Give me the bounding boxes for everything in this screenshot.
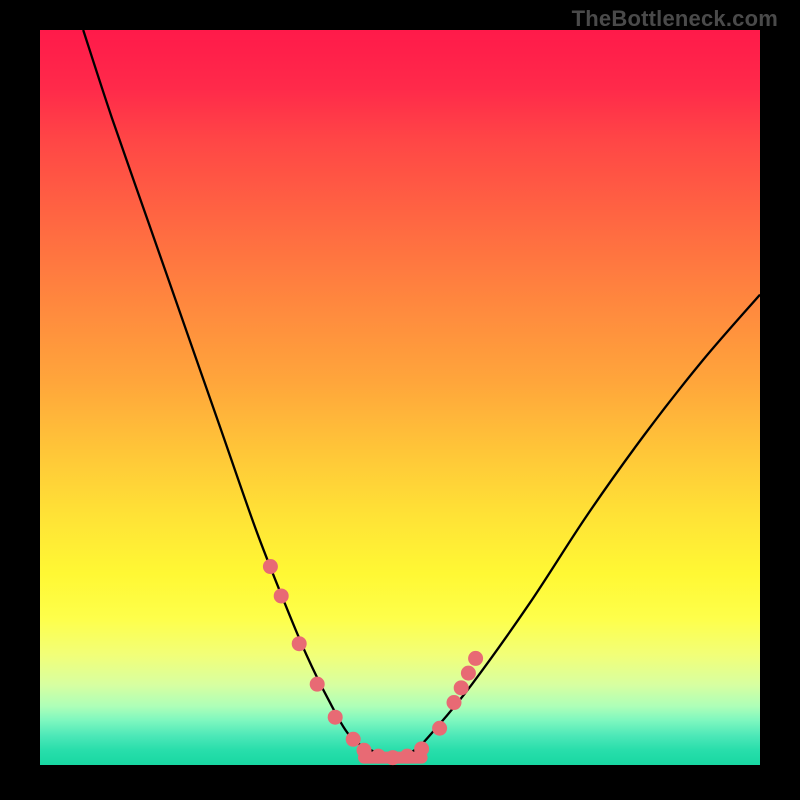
chart-svg [40, 30, 760, 765]
chart-container: TheBottleneck.com [0, 0, 800, 800]
data-marker [461, 666, 476, 681]
data-marker [454, 680, 469, 695]
data-marker [447, 695, 462, 710]
data-marker [328, 710, 343, 725]
data-marker [310, 677, 325, 692]
data-marker [385, 750, 400, 765]
data-marker [274, 588, 289, 603]
data-marker [400, 749, 415, 764]
data-marker [371, 749, 386, 764]
data-marker [468, 651, 483, 666]
data-marker [414, 741, 429, 756]
data-marker [357, 743, 372, 758]
watermark-label: TheBottleneck.com [572, 6, 778, 32]
data-marker [292, 636, 307, 651]
bottleneck-curve [83, 30, 760, 758]
data-marker [263, 559, 278, 574]
plot-area [40, 30, 760, 765]
data-marker [432, 721, 447, 736]
data-marker [346, 732, 361, 747]
